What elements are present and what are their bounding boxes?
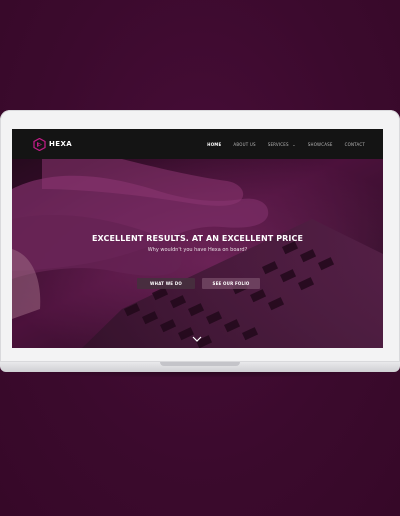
navbar: HEXA HOME ABOUT US SERVICES ⌄ SHOWCASE C… <box>12 129 383 159</box>
nav-item-services[interactable]: SERVICES ⌄ <box>268 142 296 147</box>
nav-item-services-label: SERVICES <box>267 141 289 147</box>
laptop-screen: HEXA HOME ABOUT US SERVICES ⌄ SHOWCASE C… <box>12 129 383 348</box>
hero-background-image <box>12 159 383 348</box>
what-we-do-button[interactable]: WHAT WE DO <box>137 278 195 289</box>
hexa-logo-icon <box>33 137 46 151</box>
brand-name: HEXA <box>49 140 73 148</box>
laptop-shadow <box>10 372 390 378</box>
chevron-down-icon: ⌄ <box>292 141 296 147</box>
nav-item-contact[interactable]: CONTACT <box>345 142 365 147</box>
hero-title: EXCELLENT RESULTS. AT AN EXCELLENT PRICE <box>91 234 304 243</box>
see-our-folio-button[interactable]: SEE OUR FOLIO <box>202 278 260 289</box>
nav-item-home[interactable]: HOME <box>207 142 221 147</box>
page-background: HEXA HOME ABOUT US SERVICES ⌄ SHOWCASE C… <box>0 0 400 516</box>
chevron-down-icon[interactable] <box>192 328 202 342</box>
nav-item-showcase[interactable]: SHOWCASE <box>308 142 333 147</box>
main-nav: HOME ABOUT US SERVICES ⌄ SHOWCASE CONTAC… <box>195 129 365 159</box>
laptop-notch <box>160 362 240 366</box>
brand-logo[interactable]: HEXA <box>33 137 73 151</box>
hero-subtitle: Why wouldn't you have Hexa on board? <box>147 247 248 253</box>
nav-item-about-us[interactable]: ABOUT US <box>233 142 255 147</box>
hero-section: EXCELLENT RESULTS. AT AN EXCELLENT PRICE… <box>12 159 383 348</box>
